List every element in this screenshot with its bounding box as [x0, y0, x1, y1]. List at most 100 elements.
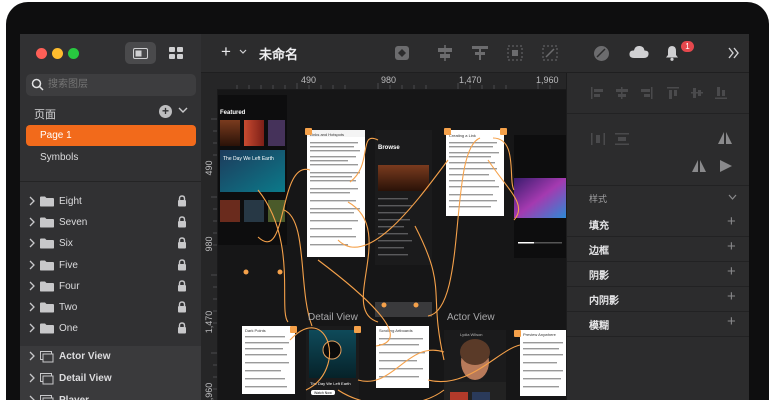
folder-icon [40, 196, 54, 207]
add-page-button[interactable]: + [159, 105, 172, 118]
chevrons-right-icon[interactable] [728, 47, 740, 59]
lock-icon[interactable] [177, 237, 187, 249]
style-section-header[interactable]: 样式 [567, 187, 749, 209]
layer-group-row[interactable]: One [20, 318, 201, 339]
layer-group-row[interactable]: Seven [20, 212, 201, 233]
align-right-edge-icon[interactable] [639, 87, 653, 99]
create-symbol-icon[interactable] [394, 45, 410, 61]
chevron-right-icon[interactable] [29, 217, 35, 227]
chevron-right-icon[interactable] [29, 238, 35, 248]
flip-horizontal-icon[interactable] [717, 131, 733, 145]
lock-icon[interactable] [177, 259, 187, 271]
cloud-icon[interactable] [629, 45, 649, 59]
ruler-label-h: 980 [381, 75, 397, 85]
chevron-right-icon[interactable] [29, 302, 35, 312]
style-row[interactable]: 阴影 + [567, 262, 749, 286]
align-left-icon[interactable] [436, 45, 454, 61]
align-vertical-center-icon[interactable] [691, 87, 703, 99]
search-input[interactable] [48, 74, 188, 96]
zoom-window-button[interactable] [68, 48, 79, 59]
layer-search-box[interactable] [26, 74, 196, 96]
lock-icon[interactable] [177, 216, 187, 228]
layer-group-row[interactable]: Six [20, 233, 201, 254]
style-row-label: 边框 [589, 246, 609, 257]
add-style-button[interactable]: + [727, 263, 736, 280]
distribute-vertical-icon[interactable] [615, 133, 629, 145]
app-window: 页面 + Page 1 Symbols Eight Seven Six Five Fou… [20, 34, 749, 400]
artboard-layer-row[interactable]: Detail View [20, 368, 201, 390]
bell-icon[interactable] [665, 45, 679, 61]
lock-icon[interactable] [177, 195, 187, 207]
chevron-right-icon[interactable] [29, 351, 35, 361]
layer-list-view-button[interactable] [125, 42, 156, 64]
chevron-right-icon[interactable] [29, 196, 35, 206]
artboard-label-detail-view[interactable]: Detail View [308, 312, 358, 323]
artboard-name: Actor View [59, 351, 111, 362]
layer-name: Four [59, 281, 80, 292]
flip-horizontal-icon[interactable] [691, 159, 707, 173]
chevron-down-icon[interactable] [728, 194, 737, 200]
chevron-right-icon[interactable] [29, 373, 35, 383]
style-row[interactable]: 内阴影 + [567, 287, 749, 311]
align-top-edge-icon[interactable] [667, 87, 679, 99]
chevron-right-icon[interactable] [29, 323, 35, 333]
style-row[interactable]: 填充 + [567, 212, 749, 236]
canvas[interactable]: Featured The Day We Left Earth Links and… [218, 90, 566, 400]
artboard-featured[interactable]: Featured The Day We Left Earth [218, 95, 287, 245]
lock-icon[interactable] [177, 322, 187, 334]
chevron-down-icon[interactable] [178, 106, 188, 114]
chevron-right-icon[interactable] [29, 260, 35, 270]
style-row[interactable]: 边框 + [567, 237, 749, 261]
chevron-down-icon[interactable] [239, 49, 247, 55]
align-center-icon[interactable] [471, 45, 489, 61]
lock-icon[interactable] [177, 301, 187, 313]
browse-title: Browse [378, 145, 400, 151]
artboard-browse[interactable]: Browse [375, 130, 432, 317]
distribute-horizontal-icon[interactable] [591, 133, 605, 145]
close-window-button[interactable] [36, 48, 47, 59]
add-style-button[interactable]: + [727, 288, 736, 305]
insert-button[interactable]: + [221, 43, 231, 60]
align-horizontal-center-icon[interactable] [615, 87, 629, 99]
layer-group-row[interactable]: Four [20, 276, 201, 297]
vertical-ruler[interactable]: 490 980 1,470 1,960 [201, 89, 218, 400]
artboard-actor-view[interactable]: Lydia Wilson [444, 330, 506, 400]
layer-group-row[interactable]: Two [20, 297, 201, 318]
artboard-layer-row[interactable]: Actor View [20, 346, 201, 368]
ruler-label-h: 1,470 [459, 75, 482, 85]
inspector-divider [567, 185, 749, 186]
ruler-label-h: 1,960 [536, 75, 559, 85]
lock-icon[interactable] [177, 280, 187, 292]
document-title: 未命名 [259, 47, 299, 62]
minimize-window-button[interactable] [52, 48, 63, 59]
artboard-label-actor-view[interactable]: Actor View [447, 312, 495, 323]
align-left-edge-icon[interactable] [591, 87, 605, 99]
chevron-right-icon[interactable] [29, 281, 35, 291]
layer-group-row[interactable]: Eight [20, 191, 201, 212]
inspector-divider [567, 336, 749, 337]
artboard-icon [40, 351, 54, 363]
layer-name: Seven [59, 217, 88, 228]
transform-row [567, 153, 749, 179]
page-item-symbols[interactable]: Symbols [26, 147, 196, 168]
add-style-button[interactable]: + [727, 313, 736, 330]
artboard-layer-row[interactable]: Player [20, 390, 201, 400]
distribute-icon[interactable] [507, 45, 523, 61]
artboard-detail-view[interactable]: Dark Points The Day We Left Earth Watch … [242, 326, 429, 400]
artboard-player[interactable] [514, 135, 566, 258]
chevron-right-icon[interactable] [29, 395, 35, 400]
cloud-document-icon[interactable] [593, 45, 610, 62]
horizontal-ruler[interactable]: 490 980 1,470 1,960 [201, 73, 566, 90]
layer-group-row[interactable]: Five [20, 255, 201, 276]
resize-icon[interactable] [542, 45, 558, 61]
flip-vertical-icon[interactable] [719, 159, 733, 173]
add-style-button[interactable]: + [727, 238, 736, 255]
artboard-links-and-hotspots[interactable]: Links and Hotspots [307, 130, 365, 257]
artboard-preview-anywhere[interactable]: Preview Anywhere [520, 330, 566, 396]
page-item-page-1[interactable]: Page 1 [26, 125, 196, 146]
add-style-button[interactable]: + [727, 213, 736, 230]
style-row[interactable]: 模糊 + [567, 312, 749, 336]
artboard-creating-a-link[interactable]: Creating a Link [446, 130, 504, 216]
component-grid-view-button[interactable] [160, 42, 191, 64]
align-bottom-edge-icon[interactable] [715, 87, 727, 99]
